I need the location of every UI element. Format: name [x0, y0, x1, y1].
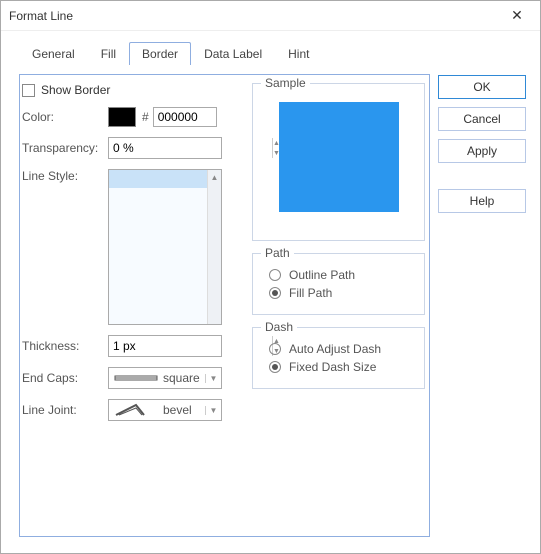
linestyle-selected-item[interactable] [109, 170, 221, 188]
dash-fieldset: Dash Auto Adjust Dash Fixed Dash Size [252, 327, 425, 389]
dash-legend: Dash [261, 320, 297, 334]
path-legend: Path [261, 246, 294, 260]
tabstrip: General Fill Border Data Label Hint [19, 41, 430, 65]
outline-path-label: Outline Path [289, 268, 355, 282]
fill-path-radio[interactable] [269, 287, 281, 299]
auto-dash-label: Auto Adjust Dash [289, 342, 381, 356]
outline-path-radio[interactable] [269, 269, 281, 281]
close-icon[interactable]: ✕ [502, 7, 532, 24]
tab-hint[interactable]: Hint [275, 42, 322, 65]
fixed-dash-radio[interactable] [269, 361, 281, 373]
sample-fieldset: Sample [252, 83, 425, 241]
auto-dash-radio[interactable] [269, 343, 281, 355]
endcaps-combo[interactable]: square ▼ [108, 367, 222, 389]
linejoint-value: bevel [163, 403, 205, 417]
tab-general[interactable]: General [19, 42, 88, 65]
cancel-button[interactable]: Cancel [438, 107, 526, 131]
thickness-stepper[interactable]: ▲ ▼ [108, 335, 222, 357]
endcaps-label: End Caps: [22, 371, 108, 385]
path-fieldset: Path Outline Path Fill Path [252, 253, 425, 315]
tab-border[interactable]: Border [129, 42, 191, 65]
show-border-label: Show Border [41, 83, 110, 97]
color-hex-input[interactable] [153, 107, 217, 127]
fixed-dash-label: Fixed Dash Size [289, 360, 376, 374]
sample-swatch [279, 102, 399, 212]
transparency-stepper[interactable]: ▲ ▼ [108, 137, 222, 159]
endcaps-preview-icon [113, 371, 159, 385]
chevron-down-icon[interactable]: ▼ [205, 374, 221, 383]
color-swatch[interactable] [108, 107, 136, 127]
linejoint-combo[interactable]: bevel ▼ [108, 399, 222, 421]
linestyle-label: Line Style: [22, 169, 108, 183]
transparency-label: Transparency: [22, 141, 108, 155]
apply-button[interactable]: Apply [438, 139, 526, 163]
thickness-label: Thickness: [22, 339, 108, 353]
show-border-checkbox[interactable] [22, 84, 35, 97]
linejoint-preview-icon [113, 403, 159, 417]
transparency-input[interactable] [109, 141, 272, 155]
scrollbar[interactable]: ▲ [207, 170, 221, 324]
ok-button[interactable]: OK [438, 75, 526, 99]
thickness-input[interactable] [109, 339, 272, 353]
linestyle-listbox[interactable]: ▲ [108, 169, 222, 325]
tab-fill[interactable]: Fill [88, 42, 129, 65]
color-label: Color: [22, 110, 108, 124]
chevron-down-icon[interactable]: ▼ [205, 406, 221, 415]
linejoint-label: Line Joint: [22, 403, 108, 417]
help-button[interactable]: Help [438, 189, 526, 213]
scroll-up-icon[interactable]: ▲ [208, 170, 221, 184]
sample-legend: Sample [261, 76, 310, 90]
hash-symbol: # [142, 110, 149, 124]
tab-datalabel[interactable]: Data Label [191, 42, 275, 65]
tab-panel-border: Show Border Color: # Transparency: [19, 75, 430, 537]
fill-path-label: Fill Path [289, 286, 332, 300]
window-title: Format Line [9, 9, 502, 23]
titlebar: Format Line ✕ [1, 1, 540, 31]
endcaps-value: square [163, 371, 205, 385]
